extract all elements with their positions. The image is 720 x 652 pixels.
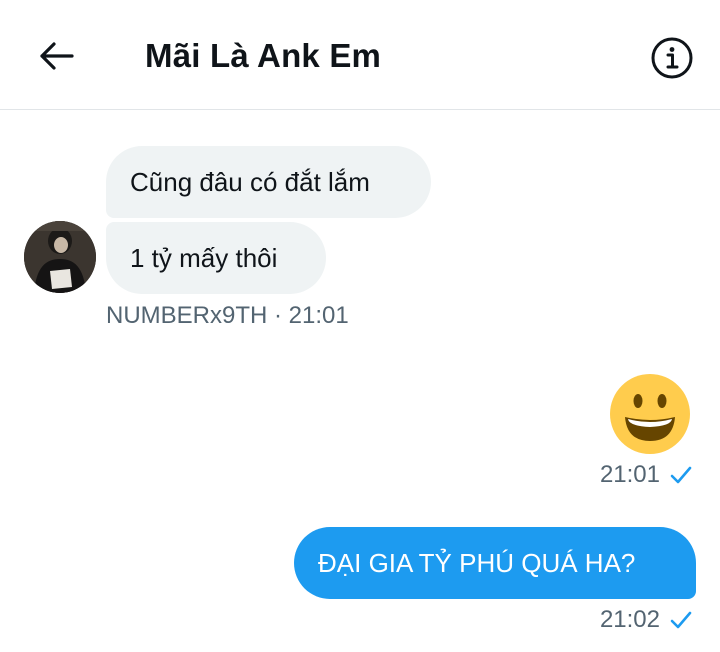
conversation-title: Mãi Là Ank Em — [145, 37, 382, 74]
conversation-header: Mãi Là Ank Em — [0, 0, 720, 110]
info-icon — [651, 37, 693, 79]
message-time: 21:01 — [599, 461, 660, 488]
incoming-message-meta: NUMBERx9TH · 21:01 — [106, 302, 349, 329]
info-button[interactable] — [648, 34, 696, 82]
back-button[interactable] — [34, 34, 78, 78]
incoming-message-bubble[interactable]: Cũng đâu có đắt lắm — [106, 146, 431, 218]
check-icon — [670, 466, 692, 484]
outgoing-message-bubble[interactable]: ĐẠI GIA TỶ PHÚ QUÁ HA? — [294, 527, 696, 599]
avatar[interactable] — [24, 221, 96, 293]
incoming-message-bubble[interactable]: 1 tỷ mấy thôi — [106, 222, 326, 294]
grinning-face-emoji[interactable] — [609, 373, 691, 455]
outgoing-message-meta: 21:02 — [600, 606, 692, 634]
arrow-left-icon — [40, 42, 74, 70]
check-icon — [670, 611, 692, 629]
avatar-image — [24, 221, 96, 293]
outgoing-message-meta: 21:01 — [600, 461, 692, 489]
message-time: 21:02 — [599, 606, 660, 633]
